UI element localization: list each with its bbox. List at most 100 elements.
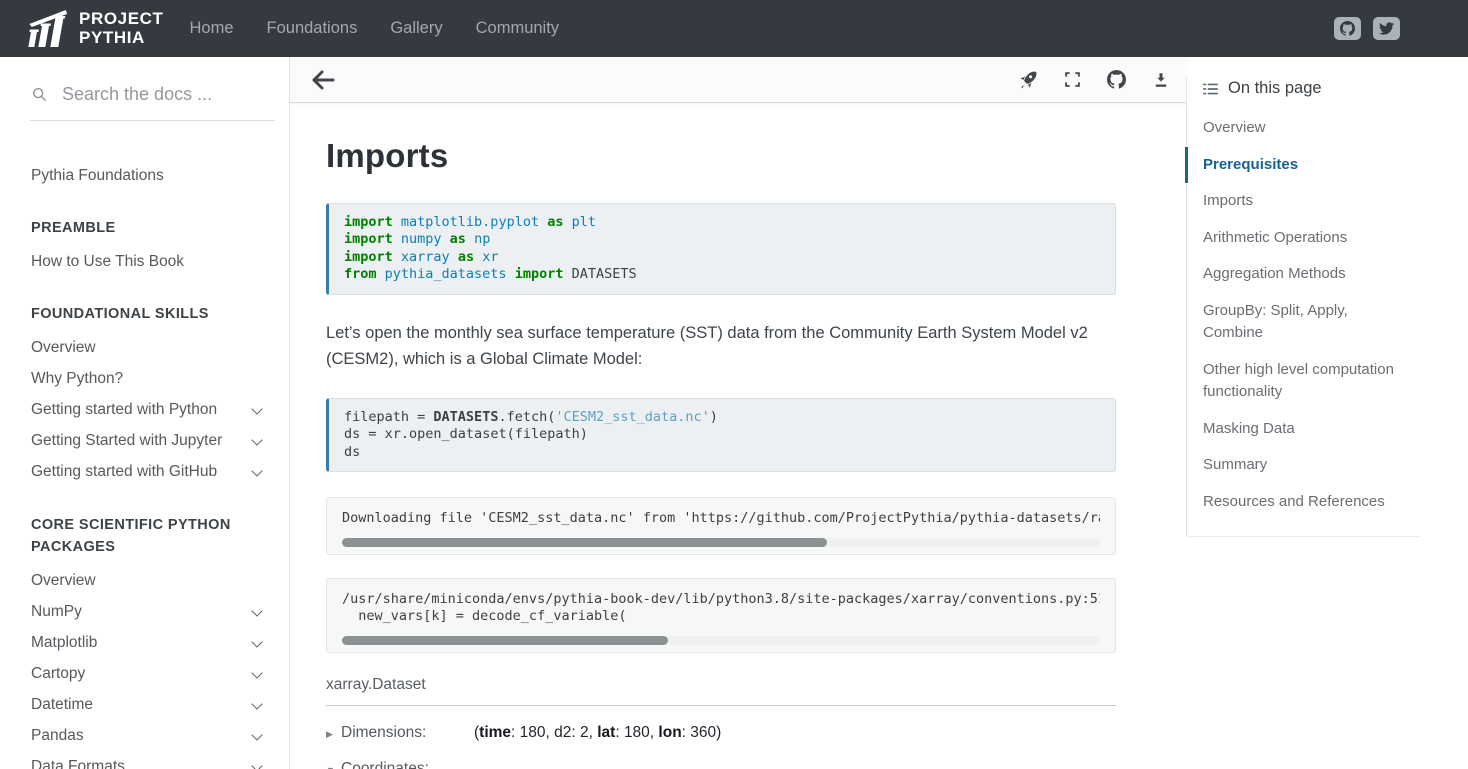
navbar-item: Community	[476, 19, 559, 38]
sidebar-section-list: OverviewWhy Python? Getting started with …	[31, 333, 267, 488]
navbar-links: Home Foundations Gallery Community	[190, 19, 560, 38]
back-arrow-icon[interactable]	[310, 69, 336, 91]
coordinates-expander[interactable]: ▼ Coordinates:	[326, 760, 474, 769]
chevron-down-icon[interactable]	[251, 403, 262, 414]
chevron-down-icon[interactable]	[251, 729, 262, 740]
sidebar-item: How to Use This Book	[31, 246, 267, 277]
sidebar-item-matplotlib[interactable]: Matplotlib	[31, 628, 267, 659]
list-icon	[1203, 82, 1218, 96]
left-sidebar: Pythia Foundations PREAMBLE How to Use Th…	[0, 57, 290, 769]
chevron-down-icon[interactable]	[251, 465, 262, 476]
navbar-item: Gallery	[390, 19, 442, 38]
toc-item-masking-data[interactable]: Masking Data	[1185, 411, 1420, 448]
header-actions	[1019, 70, 1170, 89]
parthenon-icon	[24, 9, 70, 49]
sidebar-item: NumPy	[31, 597, 267, 628]
sidebar-item-label: How to Use This Book	[31, 253, 267, 271]
toc-item-imports[interactable]: Imports	[1185, 183, 1420, 220]
sidebar-item-label: Data Formats	[31, 758, 253, 769]
search-input[interactable]	[60, 83, 260, 106]
sidebar-caption-preamble: PREAMBLE	[31, 217, 267, 239]
sidebar-item-label: Pandas	[31, 727, 253, 745]
sidebar-item: Why Python?	[31, 364, 267, 395]
navbar-link-gallery[interactable]: Gallery	[390, 19, 442, 37]
sidebar-item-overview[interactable]: Overview	[31, 333, 267, 364]
chevron-down-icon[interactable]	[251, 605, 262, 616]
toc-item-groupby-split-apply-combine[interactable]: GroupBy: Split, Apply, Combine	[1185, 293, 1420, 352]
sidebar-item: Overview	[31, 566, 267, 597]
code-line: ds = xr.open_dataset(filepath)	[344, 426, 1100, 443]
sidebar-item: Pandas	[31, 721, 267, 752]
sidebar-item-getting-started-with-github[interactable]: Getting started with GitHub	[31, 457, 267, 488]
github-repo-icon[interactable]	[1107, 70, 1126, 89]
horizontal-scrollbar[interactable]	[342, 538, 1100, 547]
sidebar-item-label: Cartopy	[31, 665, 253, 683]
sidebar-item-cartopy[interactable]: Cartopy	[31, 659, 267, 690]
sidebar-item-getting-started-with-jupyter[interactable]: Getting Started with Jupyter	[31, 426, 267, 457]
toc-item-aggregation-methods[interactable]: Aggregation Methods	[1185, 256, 1420, 293]
sidebar-item: Getting started with Python	[31, 395, 267, 426]
expanded-arrow-icon: ▼	[326, 765, 335, 769]
chevron-down-icon[interactable]	[251, 667, 262, 678]
fullscreen-icon[interactable]	[1064, 71, 1081, 88]
output-warning: /usr/share/miniconda/envs/pythia-book-de…	[326, 578, 1116, 653]
chevron-down-icon[interactable]	[251, 434, 262, 445]
chevron-down-icon[interactable]	[251, 636, 262, 647]
sidebar-item-overview[interactable]: Overview	[31, 566, 267, 597]
code-line: from pythia_datasets import DATASETS	[344, 266, 1100, 283]
code-line: import matplotlib.pyplot as plt	[344, 214, 1100, 231]
download-icon[interactable]	[1152, 71, 1170, 89]
toc-item-arithmetic-operations[interactable]: Arithmetic Operations	[1185, 220, 1420, 257]
sidebar-item-how-to-use-this-book[interactable]: How to Use This Book	[31, 246, 267, 277]
toc-item-summary[interactable]: Summary	[1185, 447, 1420, 484]
sidebar-item-label: Getting Started with Jupyter	[31, 432, 253, 450]
dimensions-expander[interactable]: ▶ Dimensions:	[326, 724, 474, 742]
sidebar-caption-foundational-skills: FOUNDATIONAL SKILLS	[31, 303, 267, 325]
intro-paragraph: Let’s open the monthly sea surface tempe…	[326, 320, 1116, 373]
sidebar-item-pandas[interactable]: Pandas	[31, 721, 267, 752]
sidebar-item: Getting Started with Jupyter	[31, 426, 267, 457]
output-warning-text: /usr/share/miniconda/envs/pythia-book-de…	[342, 591, 1100, 626]
page-title: Imports	[326, 137, 1116, 175]
sidebar-caption-core-scientific-python-packages: CORE SCIENTIFIC PYTHON PACKAGES	[31, 514, 267, 559]
coordinates-section: ▼ Coordinates:	[326, 760, 1116, 769]
navbar-link-foundations[interactable]: Foundations	[267, 19, 358, 37]
sidebar-item-numpy[interactable]: NumPy	[31, 597, 267, 628]
pythia-logo[interactable]: PROJECT PYTHIA	[24, 9, 164, 49]
navbar-social-icons	[1334, 17, 1444, 40]
code-cell-imports[interactable]: import matplotlib.pyplot as pltimport nu…	[326, 203, 1116, 295]
code-line: import numpy as np	[344, 231, 1100, 248]
toc-item-resources-and-references[interactable]: Resources and References	[1185, 484, 1420, 521]
sidebar-nav: Pythia Foundations PREAMBLE How to Use Th…	[0, 161, 289, 769]
toc-item-prerequisites[interactable]: Prerequisites	[1185, 147, 1420, 184]
top-navbar: PROJECT PYTHIA Home Foundations Gallery Com…	[0, 0, 1468, 57]
toc-list: OverviewPrerequisitesImportsArithmetic O…	[1187, 110, 1420, 520]
sidebar-item-getting-started-with-python[interactable]: Getting started with Python	[31, 395, 267, 426]
sidebar-item-datetime[interactable]: Datetime	[31, 690, 267, 721]
navbar-link-community[interactable]: Community	[476, 19, 559, 37]
sidebar-item-pythia-foundations[interactable]: Pythia Foundations	[31, 161, 267, 191]
collapsed-arrow-icon: ▶	[326, 729, 335, 740]
horizontal-scrollbar[interactable]	[342, 636, 1100, 645]
sidebar-item-label: Datetime	[31, 696, 253, 714]
chevron-down-icon[interactable]	[251, 760, 262, 769]
sidebar-item: Overview	[31, 333, 267, 364]
github-icon[interactable]	[1334, 17, 1361, 40]
sidebar-item-label: Getting started with Python	[31, 401, 253, 419]
search-box[interactable]	[30, 81, 275, 121]
toc-item-other-high-level-computation-functionality[interactable]: Other high level computation functionali…	[1185, 352, 1420, 411]
chevron-down-icon[interactable]	[251, 698, 262, 709]
twitter-icon[interactable]	[1373, 17, 1400, 40]
code-line: filepath = DATASETS.fetch('CESM2_sst_dat…	[344, 409, 1100, 426]
rocket-icon[interactable]	[1019, 70, 1038, 89]
toc-panel: On this page OverviewPrerequisitesImport…	[1186, 78, 1420, 537]
navbar-link-home[interactable]: Home	[190, 19, 234, 37]
sidebar-item-why-python[interactable]: Why Python?	[31, 364, 267, 395]
output-download: Downloading file 'CESM2_sst_data.nc' fro…	[326, 497, 1116, 554]
sidebar-item-label: NumPy	[31, 603, 253, 621]
sidebar-item: Datetime	[31, 690, 267, 721]
code-cell-open-dataset[interactable]: filepath = DATASETS.fetch('CESM2_sst_dat…	[326, 398, 1116, 472]
sidebar-item-data-formats[interactable]: Data Formats	[31, 752, 267, 769]
toc-item-overview[interactable]: Overview	[1185, 110, 1420, 147]
navbar-item: Foundations	[267, 19, 358, 38]
